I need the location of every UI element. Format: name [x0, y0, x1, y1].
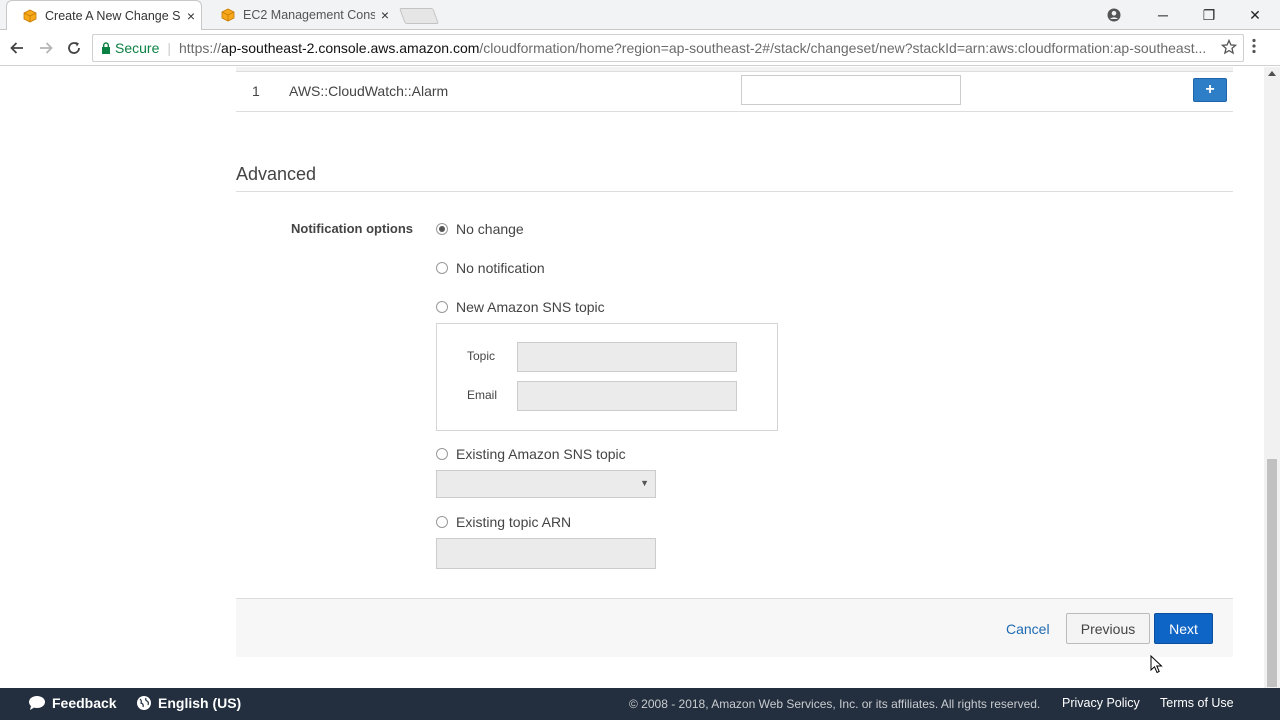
new-tab-button[interactable] [399, 8, 439, 24]
email-input[interactable] [517, 381, 737, 411]
scroll-up-arrow-icon[interactable] [1268, 71, 1276, 76]
tab-ec2-console[interactable]: EC2 Management Consol × [205, 0, 395, 30]
language-selector[interactable]: English (US) [136, 695, 241, 711]
feedback-label: Feedback [52, 695, 117, 711]
browser-tab-strip: Create A New Change Se × EC2 Management … [0, 0, 1280, 30]
radio-no-notification[interactable]: No notification [436, 260, 545, 276]
radio-label: New Amazon SNS topic [456, 299, 605, 315]
resources-table: 1 AWS::CloudWatch::Alarm + [236, 67, 1233, 112]
radio-button[interactable] [436, 262, 448, 274]
bookmark-star-icon[interactable] [1220, 38, 1238, 58]
close-window-icon[interactable]: ✕ [1232, 0, 1278, 30]
tab-title: Create A New Change Se [45, 8, 181, 23]
resource-type: AWS::CloudWatch::Alarm [289, 83, 449, 99]
mouse-cursor-icon [1150, 654, 1164, 675]
chevron-down-icon: ▼ [640, 478, 649, 488]
copyright-text: © 2008 - 2018, Amazon Web Services, Inc.… [629, 697, 1041, 711]
terms-of-use-link[interactable]: Terms of Use [1160, 696, 1234, 710]
url-scheme: https:// [179, 40, 222, 56]
close-tab-icon[interactable]: × [181, 8, 201, 24]
account-icon[interactable] [1091, 0, 1137, 30]
browser-toolbar: Secure | https:// ap-southeast-2.console… [0, 30, 1280, 66]
speech-bubble-icon [28, 695, 46, 711]
forward-arrow-icon[interactable] [34, 36, 58, 60]
minimize-window-icon[interactable]: ─ [1140, 0, 1186, 30]
globe-icon [136, 695, 152, 711]
resource-value-input[interactable] [741, 75, 961, 105]
radio-label: No notification [456, 260, 545, 276]
restore-window-icon[interactable]: ❐ [1186, 0, 1232, 30]
previous-button[interactable]: Previous [1066, 613, 1150, 644]
radio-button[interactable] [436, 301, 448, 313]
address-divider: | [167, 40, 171, 56]
url-path: /cloudformation/home?region=ap-southeast… [479, 40, 1207, 56]
page-scrollbar[interactable] [1264, 67, 1280, 688]
topic-arn-input[interactable] [436, 538, 656, 569]
radio-new-sns-topic[interactable]: New Amazon SNS topic [436, 299, 605, 315]
notification-options-label: Notification options [291, 221, 414, 236]
url-host: ap-southeast-2.console.aws.amazon.com [221, 40, 480, 56]
page-content: 1 AWS::CloudWatch::Alarm + Advanced Noti… [0, 67, 1264, 688]
reload-icon[interactable] [62, 36, 86, 60]
email-label: Email [467, 388, 498, 402]
tab-title: EC2 Management Consol [243, 8, 375, 22]
lock-icon [101, 42, 111, 54]
console-footer: Feedback English (US) © 2008 - 2018, Ama… [0, 688, 1264, 720]
aws-box-icon [221, 8, 235, 22]
section-title-advanced: Advanced [236, 164, 317, 184]
secure-label: Secure [115, 40, 160, 56]
radio-button[interactable] [436, 448, 448, 460]
back-arrow-icon[interactable] [5, 36, 29, 60]
radio-label: No change [456, 221, 524, 237]
tab-create-change-set[interactable]: Create A New Change Se × [6, 0, 202, 30]
aws-box-icon [23, 9, 37, 23]
cancel-link[interactable]: Cancel [1006, 621, 1050, 637]
radio-button[interactable] [436, 516, 448, 528]
address-bar[interactable]: Secure | https:// ap-southeast-2.console… [92, 34, 1244, 62]
scrollbar-thumb[interactable] [1267, 459, 1277, 687]
radio-existing-topic-arn[interactable]: Existing topic ARN [436, 514, 571, 530]
divider [236, 191, 1233, 192]
add-row-button[interactable]: + [1193, 78, 1227, 102]
row-index: 1 [252, 83, 260, 99]
topic-input[interactable] [517, 342, 737, 372]
feedback-button[interactable]: Feedback [28, 695, 117, 711]
radio-existing-sns-topic[interactable]: Existing Amazon SNS topic [436, 446, 626, 462]
privacy-policy-link[interactable]: Privacy Policy [1062, 696, 1140, 710]
browser-menu-icon[interactable] [1252, 38, 1256, 59]
radio-label: Existing Amazon SNS topic [456, 446, 626, 462]
next-button[interactable]: Next [1154, 613, 1213, 644]
wizard-action-bar: Cancel Previous Next [236, 598, 1233, 657]
scrollbar-corner [1264, 688, 1280, 720]
new-sns-topic-form: Topic Email [436, 323, 778, 431]
close-tab-icon[interactable]: × [375, 7, 395, 23]
existing-topic-select[interactable]: ▼ [436, 470, 656, 498]
topic-label: Topic [467, 349, 496, 363]
radio-label: Existing topic ARN [456, 514, 572, 530]
radio-no-change[interactable]: No change [436, 221, 524, 237]
radio-button[interactable] [436, 223, 448, 235]
language-label: English (US) [158, 695, 242, 711]
